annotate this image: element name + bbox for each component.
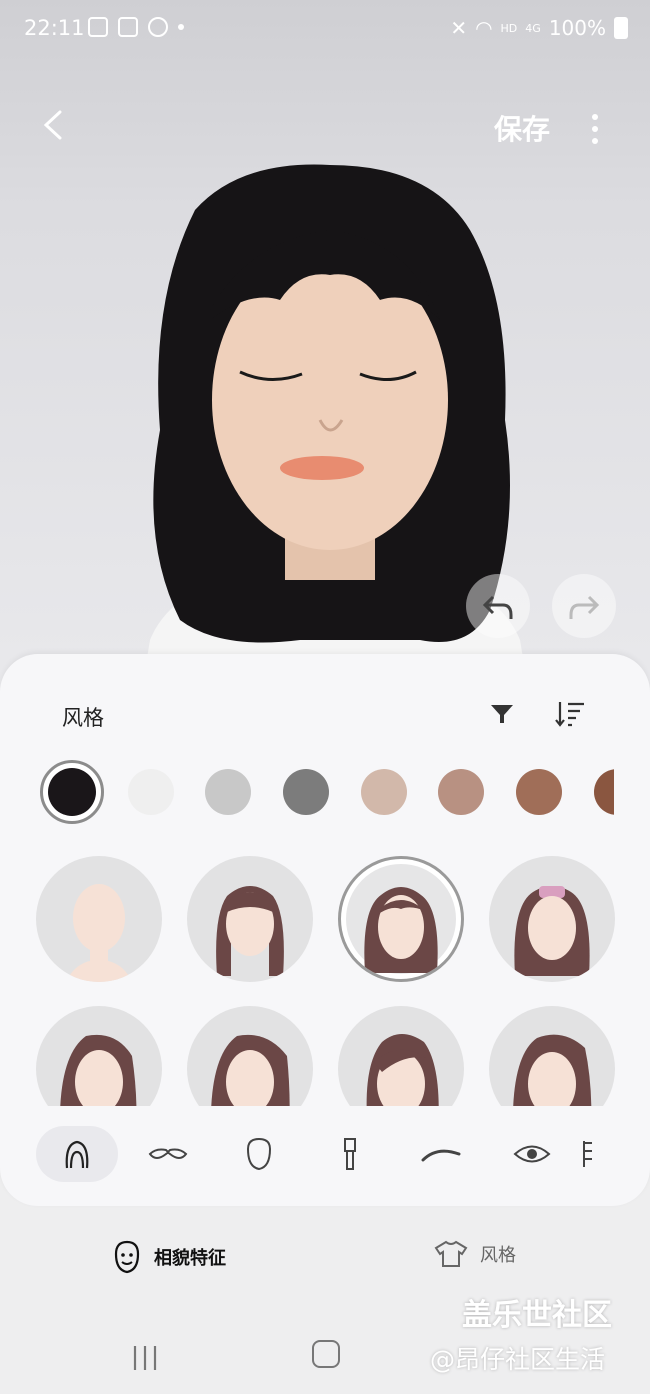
network-label: 4G <box>525 21 541 35</box>
check-app-icon <box>118 17 138 37</box>
bottom-tabs: 相貌特征 风格 <box>0 1220 650 1300</box>
style-panel: 风格 <box>0 654 650 1206</box>
avatar-preview: 保存 <box>0 0 650 700</box>
hairstyle-item[interactable] <box>187 1006 313 1106</box>
hairstyle-item[interactable] <box>36 1006 162 1106</box>
home-button-icon[interactable] <box>312 1340 340 1368</box>
wifi-icon: ◠ <box>475 16 493 40</box>
hair-icon <box>65 1140 89 1169</box>
color-swatch[interactable] <box>128 769 174 815</box>
tab-style-label: 风格 <box>480 1245 516 1266</box>
hairstyle-item-selected[interactable] <box>338 856 464 982</box>
watermark-line2: @昂仔社区生活 <box>430 1345 606 1374</box>
hairstyle-none[interactable] <box>36 856 162 982</box>
hairstyle-item[interactable] <box>489 1006 615 1106</box>
category-eyes[interactable] <box>491 1126 573 1182</box>
category-eyebrows[interactable] <box>400 1126 482 1182</box>
hairstyle-preview-icon <box>364 887 438 973</box>
status-bar: 22:11 ✕ ◠ HD 4G 100% <box>0 0 650 60</box>
tab-features[interactable]: 相貌特征 <box>112 1240 226 1274</box>
bald-head-icon <box>66 884 132 982</box>
category-facial-hair[interactable] <box>127 1126 209 1182</box>
sort-icon[interactable] <box>554 700 586 728</box>
more-options-icon[interactable] <box>583 112 607 146</box>
tab-features-label: 相貌特征 <box>154 1248 226 1269</box>
redo-button[interactable] <box>552 574 616 638</box>
gallery-icon <box>88 17 108 37</box>
mustache-icon <box>148 1148 188 1159</box>
color-swatch[interactable] <box>594 769 614 815</box>
category-face-shape[interactable] <box>218 1126 300 1182</box>
save-button[interactable]: 保存 <box>494 108 550 148</box>
eye-icon <box>513 1145 551 1163</box>
color-swatch[interactable] <box>205 769 251 815</box>
makeup-brush-icon <box>344 1138 356 1170</box>
face-icon <box>114 1240 140 1274</box>
panel-title: 风格 <box>62 706 104 730</box>
battery-text: 100% <box>548 16 606 40</box>
redo-icon <box>569 595 600 619</box>
battery-icon <box>614 17 628 39</box>
category-more[interactable] <box>582 1126 616 1182</box>
hairstyle-preview-icon <box>514 886 590 976</box>
recent-apps-icon[interactable] <box>131 1344 159 1372</box>
tab-style[interactable]: 风格 <box>434 1240 516 1268</box>
color-swatch[interactable] <box>361 769 407 815</box>
watermark-line1: 盖乐世社区 <box>462 1298 612 1333</box>
hairstyle-item[interactable] <box>187 856 313 982</box>
back-arrow-icon[interactable] <box>38 108 72 142</box>
hairstyle-grid <box>36 856 616 1106</box>
category-makeup[interactable] <box>309 1126 391 1182</box>
call-icon <box>148 17 168 37</box>
category-hair[interactable] <box>36 1126 118 1182</box>
notification-dot-icon <box>178 24 184 30</box>
hairstyle-item[interactable] <box>338 1006 464 1106</box>
hairstyle-preview-icon <box>211 1035 290 1106</box>
hairstyle-preview-icon <box>513 1034 592 1106</box>
hairstyle-preview-icon <box>216 886 284 976</box>
eyelash-icon <box>583 1141 592 1167</box>
color-swatch[interactable] <box>516 769 562 815</box>
hairstyle-item[interactable] <box>489 856 615 982</box>
filter-icon[interactable] <box>490 702 514 726</box>
eyebrow-icon <box>421 1149 461 1162</box>
face-shape-icon <box>246 1137 272 1171</box>
feature-category-bar <box>36 1126 616 1182</box>
status-time: 22:11 <box>24 16 85 40</box>
hd-label: HD <box>500 21 518 35</box>
hairstyle-preview-icon <box>366 1034 439 1106</box>
hair-color-swatches <box>40 760 614 824</box>
undo-icon <box>482 595 513 619</box>
color-swatch-selected[interactable] <box>40 760 104 824</box>
color-swatch[interactable] <box>283 769 329 815</box>
hairstyle-preview-icon <box>60 1035 137 1106</box>
mute-icon: ✕ <box>450 16 468 40</box>
color-swatch[interactable] <box>438 769 484 815</box>
undo-button[interactable] <box>466 574 530 638</box>
avatar-image <box>140 164 530 700</box>
tshirt-icon <box>434 1240 468 1267</box>
